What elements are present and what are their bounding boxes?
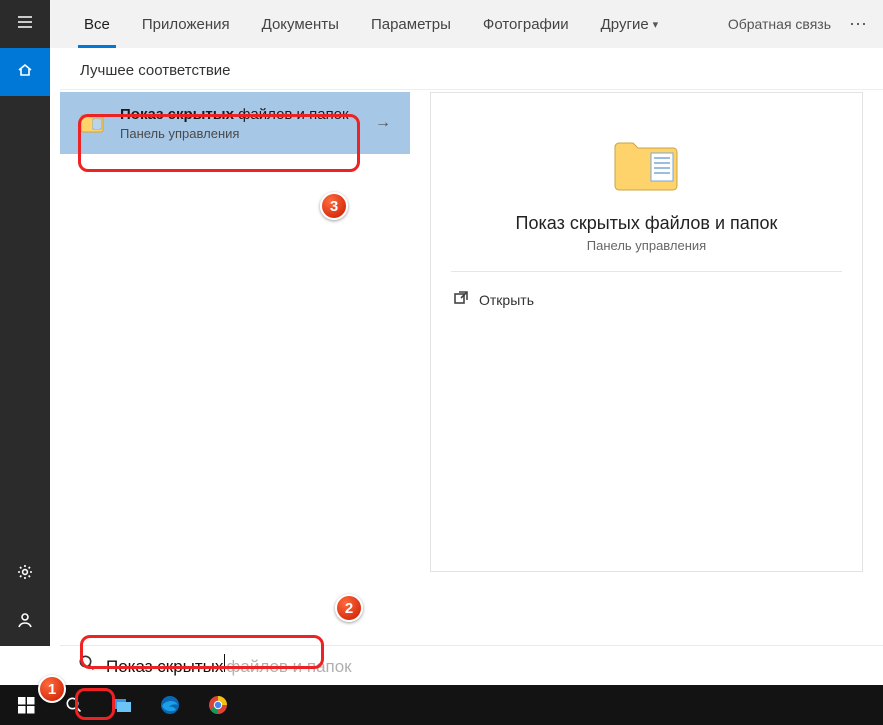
tab-apps[interactable]: Приложения — [128, 0, 244, 48]
taskbar — [0, 685, 883, 725]
chrome-icon — [208, 695, 228, 715]
edge-taskbar-button[interactable] — [148, 685, 192, 725]
gear-icon — [16, 563, 34, 586]
person-icon — [16, 611, 34, 634]
search-taskbar-button[interactable] — [52, 685, 96, 725]
edge-icon — [160, 695, 180, 715]
feedback-link[interactable]: Обратная связь — [728, 16, 837, 32]
tab-photos[interactable]: Фотографии — [469, 0, 583, 48]
preview-subtitle: Панель управления — [451, 238, 842, 253]
tab-settings-label: Параметры — [371, 16, 451, 33]
results-column: Показ скрытых файлов и папок Панель упра… — [60, 92, 410, 645]
tab-documents[interactable]: Документы — [248, 0, 353, 48]
result-item-show-hidden-files[interactable]: Показ скрытых файлов и папок Панель упра… — [60, 92, 410, 154]
hamburger-button[interactable] — [0, 0, 50, 48]
start-button[interactable] — [4, 685, 48, 725]
search-input-suggestion: файлов и папок — [226, 657, 351, 677]
tab-all[interactable]: Все — [70, 0, 124, 48]
preview-title: Показ скрытых файлов и папок — [451, 213, 842, 234]
tab-more-label: Другие — [601, 16, 649, 33]
tab-documents-label: Документы — [262, 16, 339, 33]
text-cursor — [224, 654, 225, 672]
home-icon — [16, 61, 34, 84]
search-bar[interactable]: Показ скрытых файлов и папок — [60, 645, 883, 685]
taskview-button[interactable] — [100, 685, 144, 725]
search-icon — [78, 654, 96, 677]
chevron-down-icon: ▾ — [653, 18, 659, 31]
file-explorer-icon — [111, 696, 133, 714]
result-title-rest: файлов и папок — [234, 106, 349, 123]
open-icon — [453, 290, 469, 309]
preview-pane: Показ скрытых файлов и папок Панель упра… — [430, 92, 863, 645]
tab-settings[interactable]: Параметры — [357, 0, 465, 48]
left-rail — [0, 0, 50, 646]
result-subtitle: Панель управления — [120, 126, 368, 141]
arrow-right-icon[interactable]: → — [368, 114, 398, 132]
section-header-label: Лучшее соответствие — [80, 62, 231, 79]
search-icon — [65, 696, 83, 714]
tab-apps-label: Приложения — [142, 16, 230, 33]
settings-button[interactable] — [0, 550, 50, 598]
tab-all-label: Все — [84, 16, 110, 33]
search-input[interactable]: Показ скрытых файлов и папок — [106, 654, 352, 677]
ellipsis-icon: ⋯ — [849, 14, 867, 34]
home-button[interactable] — [0, 48, 50, 96]
feedback-label: Обратная связь — [728, 16, 831, 32]
result-title-bold: Показ скрытых — [120, 106, 234, 123]
result-title: Показ скрытых файлов и папок — [120, 105, 368, 125]
folder-icon — [78, 109, 106, 137]
open-action[interactable]: Открыть — [451, 284, 842, 315]
hamburger-icon — [16, 13, 34, 36]
result-text: Показ скрытых файлов и папок Панель упра… — [120, 105, 368, 140]
section-header: Лучшее соответствие — [60, 52, 883, 90]
tab-photos-label: Фотографии — [483, 16, 569, 33]
windows-icon — [18, 697, 35, 714]
tab-more[interactable]: Другие ▾ — [587, 0, 673, 48]
preview-content: Показ скрытых файлов и папок Панель упра… — [430, 92, 863, 572]
open-action-label: Открыть — [479, 292, 534, 308]
search-input-typed: Показ скрытых — [106, 657, 223, 677]
chrome-taskbar-button[interactable] — [196, 685, 240, 725]
account-button[interactable] — [0, 598, 50, 646]
divider — [451, 271, 842, 272]
top-tabs-bar: Все Приложения Документы Параметры Фотог… — [50, 0, 883, 48]
preview-icon — [451, 117, 842, 195]
more-options-button[interactable]: ⋯ — [841, 14, 875, 35]
